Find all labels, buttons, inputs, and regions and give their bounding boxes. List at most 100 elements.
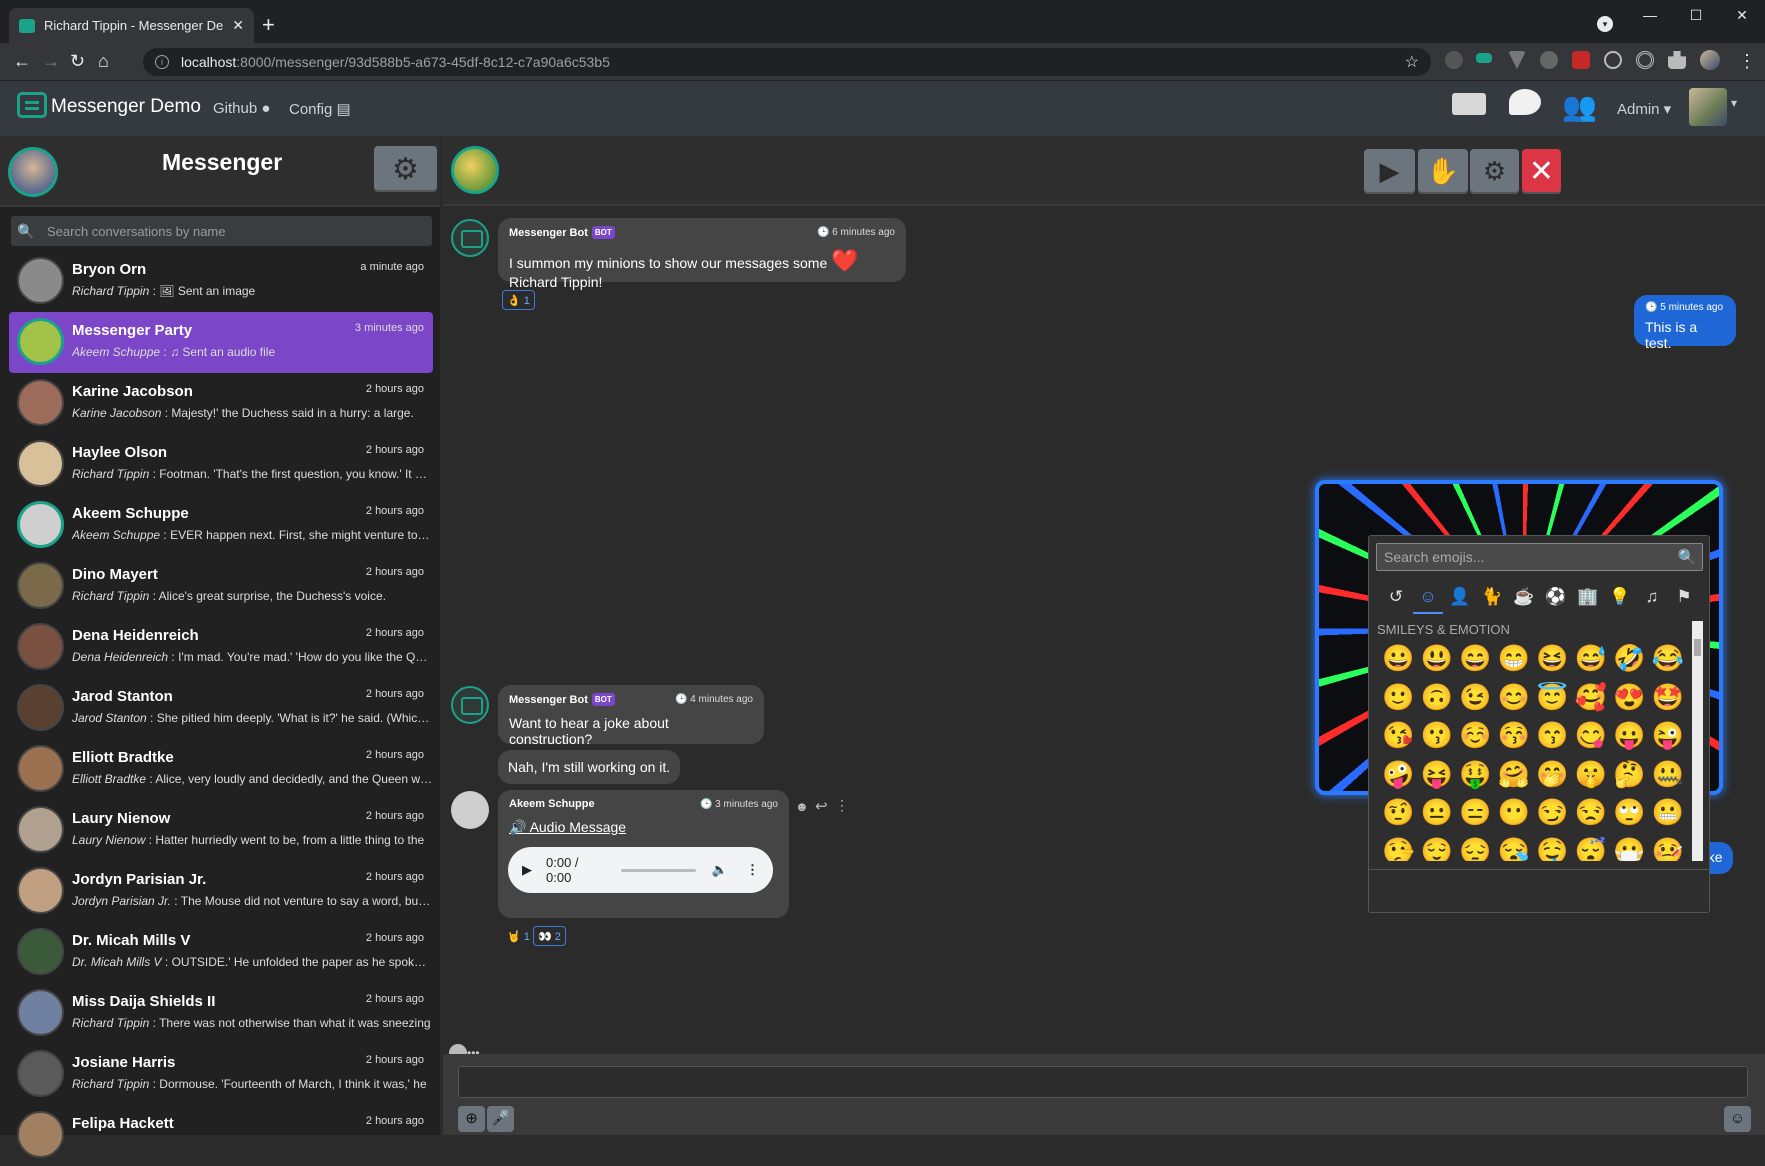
conversation-item[interactable]: Jordyn Parisian Jr. 2 hours ago Jordyn Par… bbox=[9, 861, 433, 922]
conversation-item[interactable]: Elliott Bradtke 2 hours ago Elliott Bradtk… bbox=[9, 739, 433, 800]
reply-icon[interactable]: ↩ bbox=[815, 797, 828, 815]
volume-icon[interactable]: 🔈 bbox=[712, 862, 728, 878]
conversation-item[interactable]: Josiane Harris 2 hours ago Richard Tippin … bbox=[9, 1044, 433, 1105]
conversation-item[interactable]: Jarod Stanton 2 hours ago Jarod Stanton : … bbox=[9, 678, 433, 739]
emoji-option[interactable]: 🤫 bbox=[1572, 755, 1611, 794]
emoji-option[interactable]: 😅 bbox=[1572, 639, 1611, 678]
brand-title[interactable]: Messenger Demo bbox=[51, 96, 201, 118]
scrollbar-thumb[interactable] bbox=[1694, 639, 1701, 656]
github-link[interactable]: Github ● bbox=[213, 100, 270, 117]
admin-menu[interactable]: Admin ▾ bbox=[1617, 100, 1671, 118]
category-places-icon[interactable]: 🏢 bbox=[1573, 584, 1603, 614]
audio-message-bubble[interactable]: Akeem Schuppe 🕒 3 minutes ago 🔊 Audio Me… bbox=[498, 790, 789, 918]
category-symbols-icon[interactable]: ♫ bbox=[1637, 584, 1667, 614]
emoji-option[interactable]: 🤣 bbox=[1610, 639, 1649, 678]
emoji-option[interactable]: 😜 bbox=[1649, 716, 1688, 755]
emoji-option[interactable]: 😚 bbox=[1495, 716, 1534, 755]
add-attachment-button[interactable]: ⊕ bbox=[458, 1106, 485, 1132]
extension-icon[interactable] bbox=[1508, 51, 1526, 69]
message-bubble[interactable]: Nah, I'm still working on it. bbox=[498, 750, 681, 784]
conversation-item[interactable]: Dino Mayert 2 hours ago Richard Tippin : A… bbox=[9, 556, 433, 617]
emoji-option[interactable]: 🙃 bbox=[1418, 678, 1457, 717]
category-flags-icon[interactable]: ⚑ bbox=[1669, 584, 1699, 614]
new-tab-icon[interactable]: + bbox=[262, 12, 275, 38]
pdf-extension-icon[interactable] bbox=[1572, 51, 1590, 69]
emoji-option[interactable]: 😀 bbox=[1379, 639, 1418, 678]
thread-scrollbar[interactable] bbox=[1747, 206, 1765, 1054]
conversation-item[interactable]: Akeem Schuppe 2 hours ago Akeem Schuppe : … bbox=[9, 495, 433, 556]
conversation-item[interactable]: Dena Heidenreich 2 hours ago Dena Heidenre… bbox=[9, 617, 433, 678]
emoji-option[interactable]: 🤥 bbox=[1379, 832, 1418, 862]
emoji-option[interactable]: 😊 bbox=[1495, 678, 1534, 717]
chevron-down-icon[interactable]: ▾ bbox=[1731, 96, 1737, 110]
emoji-option[interactable]: 🙂 bbox=[1379, 678, 1418, 717]
video-call-button[interactable]: ▶ bbox=[1364, 149, 1415, 194]
conversation-item[interactable]: Messenger Party 3 minutes ago Akeem Schupp… bbox=[9, 312, 433, 373]
conversation-item[interactable]: Felipa Hackett 2 hours ago bbox=[9, 1105, 433, 1166]
emoji-option[interactable]: 😌 bbox=[1418, 832, 1457, 862]
browser-menu-icon[interactable]: ⋮ bbox=[1738, 51, 1756, 72]
conversation-search-input[interactable] bbox=[41, 216, 432, 246]
extension-icon[interactable] bbox=[1445, 51, 1463, 69]
home-icon[interactable]: ⌂ bbox=[98, 51, 109, 72]
audio-menu-icon[interactable]: ⋮ bbox=[746, 862, 759, 878]
message-bubble[interactable]: Messenger Bot BOT 🕒 6 minutes ago I summ… bbox=[498, 218, 906, 290]
category-objects-icon[interactable]: 💡 bbox=[1605, 584, 1635, 614]
emoji-option[interactable]: 😒 bbox=[1572, 793, 1611, 832]
emoji-option[interactable]: 🤔 bbox=[1610, 755, 1649, 794]
emoji-option[interactable]: 😄 bbox=[1456, 639, 1495, 678]
tab-close-icon[interactable]: ✕ bbox=[232, 17, 244, 34]
video-calls-icon[interactable] bbox=[1452, 93, 1486, 115]
minimize-icon[interactable]: — bbox=[1627, 0, 1673, 32]
emoji-option[interactable]: 🤑 bbox=[1456, 755, 1495, 794]
emoji-option[interactable]: 😗 bbox=[1418, 716, 1457, 755]
emoji-option[interactable]: 🤐 bbox=[1649, 755, 1688, 794]
group-avatar[interactable] bbox=[451, 146, 499, 194]
emoji-option[interactable]: 😛 bbox=[1610, 716, 1649, 755]
emoji-option[interactable]: 😔 bbox=[1456, 832, 1495, 862]
category-animals-icon[interactable]: 🐈 bbox=[1477, 584, 1507, 614]
messages-icon[interactable] bbox=[1509, 89, 1541, 115]
conversation-item[interactable]: Karine Jacobson 2 hours ago Karine Jacobso… bbox=[9, 373, 433, 434]
bookmark-star-icon[interactable]: ☆ bbox=[1405, 52, 1419, 72]
thread-settings-button[interactable]: ⚙ bbox=[1470, 149, 1519, 194]
category-recent-icon[interactable]: ↺ bbox=[1381, 584, 1411, 614]
close-window-icon[interactable]: ✕ bbox=[1719, 0, 1765, 32]
emoji-scrollbar[interactable] bbox=[1692, 621, 1703, 861]
emoji-option[interactable]: 😉 bbox=[1456, 678, 1495, 717]
back-icon[interactable]: ← bbox=[13, 51, 31, 72]
extension-icon[interactable] bbox=[1636, 51, 1654, 69]
play-icon[interactable]: ▶ bbox=[522, 862, 532, 878]
message-bubble[interactable]: Messenger Bot BOT 🕒 4 minutes ago Want t… bbox=[498, 685, 764, 747]
emoji-option[interactable]: 🤭 bbox=[1533, 755, 1572, 794]
conversation-item[interactable]: Laury Nienow 2 hours ago Laury Nienow : Ha… bbox=[9, 800, 433, 861]
emoji-option[interactable]: 🤨 bbox=[1379, 793, 1418, 832]
message-menu-icon[interactable]: ⋮ bbox=[835, 797, 849, 814]
bot-avatar[interactable] bbox=[451, 686, 489, 724]
react-devtools-icon[interactable] bbox=[1604, 51, 1622, 69]
extension-icon[interactable] bbox=[1476, 53, 1492, 63]
reload-icon[interactable]: ↻ bbox=[70, 51, 85, 72]
emoji-search-input[interactable] bbox=[1377, 544, 1672, 570]
maximize-icon[interactable]: ☐ bbox=[1673, 0, 1719, 32]
conversation-item[interactable]: Miss Daija Shields II 2 hours ago Richard … bbox=[9, 983, 433, 1044]
bot-avatar[interactable] bbox=[451, 219, 489, 257]
audio-progress-bar[interactable] bbox=[621, 868, 696, 872]
category-smileys-icon[interactable]: ☺ bbox=[1413, 584, 1443, 614]
conversation-item[interactable]: Dr. Micah Mills V 2 hours ago Dr. Micah Mi… bbox=[9, 922, 433, 983]
emoji-option[interactable]: 🤩 bbox=[1649, 678, 1688, 717]
emoji-option[interactable]: 😙 bbox=[1533, 716, 1572, 755]
my-message-bubble[interactable]: 🕒 5 minutes ago This is a test. bbox=[1634, 295, 1736, 351]
category-people-icon[interactable]: 👤 bbox=[1445, 584, 1475, 614]
address-bar[interactable]: i localhost :8000/messenger/93d588b5-a67… bbox=[143, 48, 1431, 76]
config-link[interactable]: Config ▤ bbox=[289, 100, 351, 118]
emoji-option[interactable]: 🤪 bbox=[1379, 755, 1418, 794]
friends-icon[interactable]: 👥 bbox=[1562, 90, 1597, 123]
emoji-option[interactable]: 😂 bbox=[1649, 639, 1688, 678]
record-audio-button[interactable]: 🎤 bbox=[487, 1106, 514, 1132]
reaction-badge[interactable]: 👌 1 bbox=[502, 290, 535, 310]
emoji-option[interactable]: 😁 bbox=[1495, 639, 1534, 678]
emoji-option[interactable]: 🤗 bbox=[1495, 755, 1534, 794]
category-activities-icon[interactable]: ⚽ bbox=[1541, 584, 1571, 614]
forward-icon[interactable]: → bbox=[42, 51, 60, 72]
